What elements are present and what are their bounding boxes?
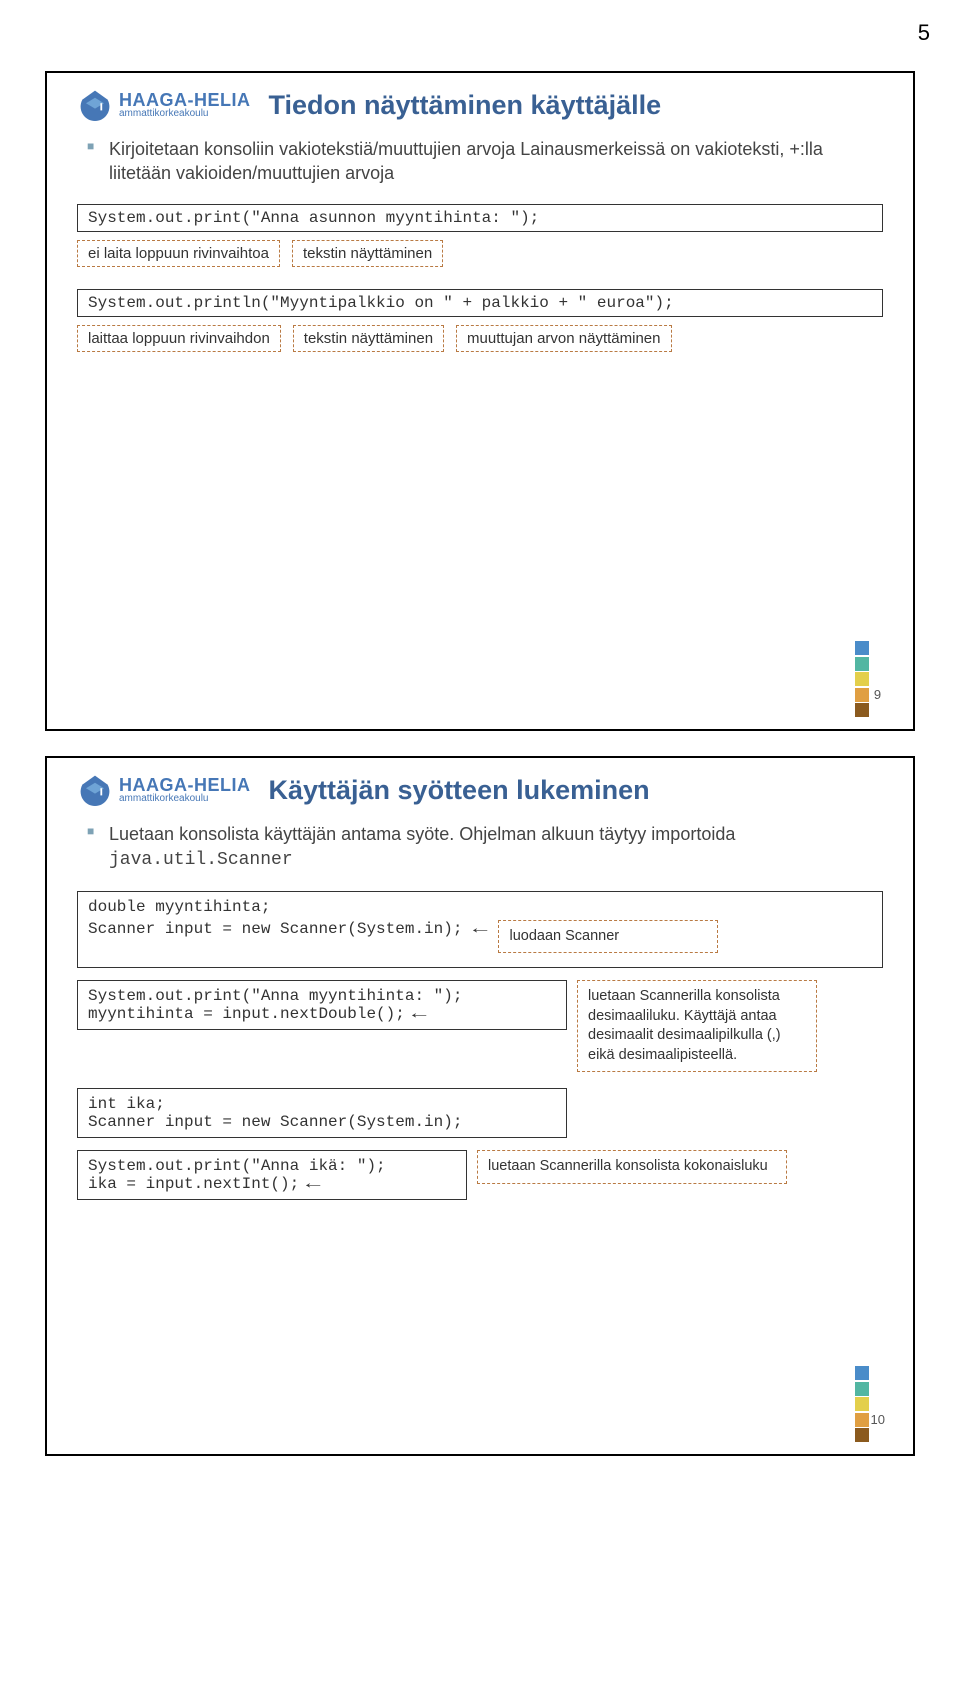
bullet-text: Luetaan konsolista käyttäjän antama syöt… — [109, 824, 735, 844]
annotation-box: tekstin näyttäminen — [293, 325, 444, 352]
logo: HAAGA-HELIA ammattikorkeakoulu — [77, 87, 251, 123]
arrow-icon: ← — [301, 1175, 325, 1193]
code-line: double myyntihinta; — [88, 898, 872, 916]
logo: HAAGA-HELIA ammattikorkeakoulu — [77, 772, 251, 808]
annotation-box: luetaan Scannerilla konsolista desimaali… — [577, 980, 817, 1072]
slide-header: HAAGA-HELIA ammattikorkeakoulu Tiedon nä… — [77, 87, 883, 123]
slide-number: 10 — [871, 1413, 885, 1427]
logo-icon — [77, 772, 113, 808]
bullet-item: Luetaan konsolista käyttäjän antama syöt… — [87, 822, 883, 873]
code-line: myyntihinta = input.nextDouble(); — [88, 1005, 405, 1023]
code-block: double myyntihinta; Scanner input = new … — [77, 891, 883, 969]
slide-number: 9 — [871, 688, 885, 702]
slide-2: HAAGA-HELIA ammattikorkeakoulu Käyttäjän… — [45, 756, 915, 1456]
logo-main-text: HAAGA-HELIA — [119, 776, 251, 794]
code-block: System.out.print("Anna ikä: "); ika = in… — [77, 1150, 467, 1200]
code-block: System.out.print("Anna myyntihinta: "); … — [77, 980, 567, 1030]
code-line: int ika; — [88, 1095, 556, 1113]
bullet-code: java.util.Scanner — [109, 850, 293, 870]
code-block: int ika; Scanner input = new Scanner(Sys… — [77, 1088, 567, 1138]
arrow-icon: ← — [468, 920, 492, 938]
logo-sub-text: ammattikorkeakoulu — [119, 109, 251, 119]
annotation-box: ei laita loppuun rivinvaihtoa — [77, 240, 280, 267]
code-line: ika = input.nextInt(); — [88, 1175, 299, 1193]
annotation-box: muuttujan arvon näyttäminen — [456, 325, 671, 352]
bullet-item: Kirjoitetaan konsoliin vakiotekstiä/muut… — [87, 137, 883, 186]
code-line: Scanner input = new Scanner(System.in); — [88, 920, 462, 938]
code-line: System.out.print("Anna myyntihinta: "); — [88, 987, 556, 1005]
slide-header: HAAGA-HELIA ammattikorkeakoulu Käyttäjän… — [77, 772, 883, 808]
slide-1: HAAGA-HELIA ammattikorkeakoulu Tiedon nä… — [45, 71, 915, 731]
annotation-box: luodaan Scanner — [498, 920, 718, 954]
arrow-icon: ← — [407, 1005, 431, 1023]
slide-title: Tiedon näyttäminen käyttäjälle — [269, 90, 662, 121]
annotation-box: tekstin näyttäminen — [292, 240, 443, 267]
slide-accent-squares: 9 — [855, 641, 885, 717]
code-line: Scanner input = new Scanner(System.in); — [88, 1113, 556, 1131]
logo-sub-text: ammattikorkeakoulu — [119, 794, 251, 804]
code-line: System.out.print("Anna ikä: "); — [88, 1157, 456, 1175]
code-block: System.out.println("Myyntipalkkio on " +… — [77, 289, 883, 317]
page-number-top: 5 — [0, 0, 960, 46]
logo-icon — [77, 87, 113, 123]
slide-title: Käyttäjän syötteen lukeminen — [269, 775, 650, 806]
logo-main-text: HAAGA-HELIA — [119, 91, 251, 109]
slide-accent-squares: 10 — [855, 1366, 885, 1442]
annotation-box: luetaan Scannerilla konsolista kokonaisl… — [477, 1150, 787, 1184]
code-block: System.out.print("Anna asunnon myyntihin… — [77, 204, 883, 232]
annotation-box: laittaa loppuun rivinvaihdon — [77, 325, 281, 352]
